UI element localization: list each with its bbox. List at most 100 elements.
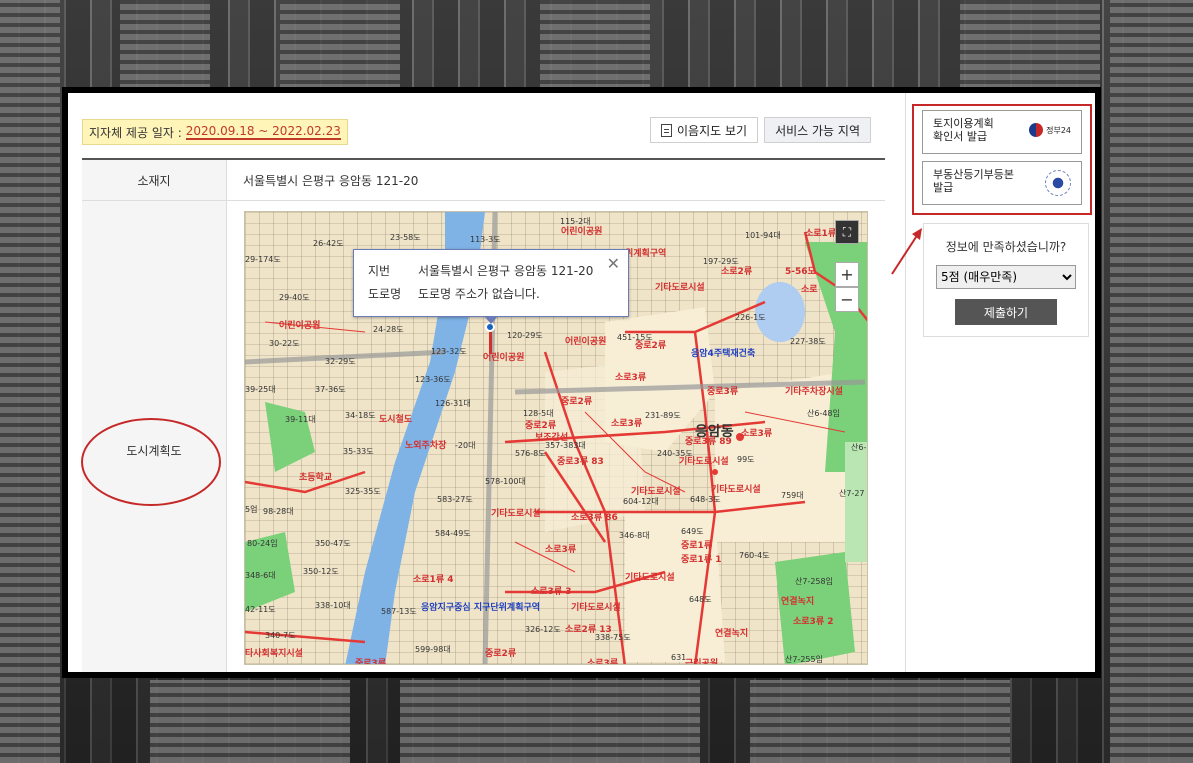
svg-text:응암4주택재건축: 응암4주택재건축 xyxy=(691,347,755,359)
svg-text:584-49도: 584-49도 xyxy=(435,529,471,538)
location-header: 소재지 xyxy=(82,160,227,200)
svg-text:227-38도: 227-38도 xyxy=(790,337,826,346)
svg-text:소로3류: 소로3류 xyxy=(741,428,772,439)
svg-text:759대: 759대 xyxy=(781,491,804,500)
gov-emblem-icon xyxy=(1029,123,1044,137)
svg-text:37-36도: 37-36도 xyxy=(315,385,346,394)
svg-text:보조간선: 보조간선 xyxy=(535,431,568,443)
svg-text:소로1류: 소로1류 xyxy=(805,228,836,239)
date-value: 2020.09.18 ~ 2022.02.23 xyxy=(185,124,341,140)
svg-text:39-25대: 39-25대 xyxy=(245,385,276,394)
service-area-button[interactable]: 서비스 가능 지역 xyxy=(764,117,871,143)
top-buttons: 이음지도 보기 서비스 가능 지역 xyxy=(650,117,871,143)
svg-text:소로3류: 소로3류 xyxy=(587,658,618,665)
svg-text:123-36도: 123-36도 xyxy=(415,375,451,384)
svg-text:587-13도: 587-13도 xyxy=(381,607,417,616)
parcel-info-popup: ✕ 지번 서울특별시 은평구 응암동 121-20 도로명 도로명 주소가 없습… xyxy=(353,249,629,324)
svg-text:소로3류: 소로3류 xyxy=(611,418,642,429)
svg-text:326-12도: 326-12도 xyxy=(525,625,561,634)
svg-text:-20대: -20대 xyxy=(455,441,475,450)
court-emblem-icon xyxy=(1045,170,1071,196)
svg-text:325-35도: 325-35도 xyxy=(345,487,381,496)
svg-text:산6-: 산6- xyxy=(851,442,866,452)
svg-text:34-18도: 34-18도 xyxy=(345,411,376,420)
svg-text:39-11대: 39-11대 xyxy=(285,415,316,424)
svg-text:231-89도: 231-89도 xyxy=(645,411,681,420)
svg-text:소로2류: 소로2류 xyxy=(721,266,752,277)
svg-text:649도: 649도 xyxy=(681,527,704,536)
svg-text:중로2류: 중로2류 xyxy=(561,396,592,407)
svg-text:29-174도: 29-174도 xyxy=(245,255,281,264)
arrow-icon xyxy=(891,228,922,275)
svg-text:기타도로시설: 기타도로시설 xyxy=(571,601,621,613)
lot-number-label: 지번 xyxy=(368,264,391,278)
svg-text:응암지구중심 지구단위계획구역: 응암지구중심 지구단위계획구역 xyxy=(421,601,540,613)
svg-text:기타도로시설: 기타도로시설 xyxy=(679,455,729,467)
svg-text:도시철도: 도시철도 xyxy=(379,413,413,425)
svg-text:어린이공원: 어린이공원 xyxy=(279,319,320,331)
zoom-in-button[interactable]: + xyxy=(835,262,859,287)
svg-text:24-28도: 24-28도 xyxy=(373,325,404,334)
registry-certificate-button[interactable]: 부동산등기부등본 발급 xyxy=(922,161,1082,205)
land-use-certificate-button[interactable]: 토지이용계획 확인서 발급 정부24 xyxy=(922,110,1082,154)
svg-text:중로3류: 중로3류 xyxy=(355,658,386,665)
road-address-label: 도로명 xyxy=(368,287,402,301)
svg-text:근린공원: 근린공원 xyxy=(685,657,718,665)
svg-text:산7-27: 산7-27 xyxy=(839,488,865,498)
svg-text:583-27도: 583-27도 xyxy=(437,495,473,504)
svg-text:소로3류 2: 소로3류 2 xyxy=(793,616,834,627)
rating-select[interactable]: 5점 (매우만족) xyxy=(936,265,1076,289)
svg-text:35-33도: 35-33도 xyxy=(343,447,374,456)
content-frame: 지자체 제공 일자 : 2020.09.18 ~ 2022.02.23 이음지도… xyxy=(62,87,1101,678)
svg-text:산6-48임: 산6-48임 xyxy=(807,408,840,418)
svg-text:29-40도: 29-40도 xyxy=(279,293,310,302)
svg-text:중로3류: 중로3류 xyxy=(707,386,738,397)
svg-text:338-10대: 338-10대 xyxy=(315,601,351,610)
svg-text:101-94대: 101-94대 xyxy=(745,231,781,240)
svg-text:631: 631 xyxy=(671,653,686,662)
svg-text:위계획구역: 위계획구역 xyxy=(625,247,666,259)
svg-text:소로3류: 소로3류 xyxy=(615,372,646,383)
svg-text:123-32도: 123-32도 xyxy=(431,347,467,356)
svg-text:128-5대: 128-5대 xyxy=(523,409,554,418)
svg-text:98-28대: 98-28대 xyxy=(263,507,294,516)
date-label: 지자체 제공 일자 : xyxy=(89,125,182,140)
svg-text:어린이공원: 어린이공원 xyxy=(565,335,606,347)
zoom-out-button[interactable]: − xyxy=(835,287,859,312)
road-address-value: 도로명 주소가 없습니다. xyxy=(418,287,540,301)
provision-date-badge: 지자체 제공 일자 : 2020.09.18 ~ 2022.02.23 xyxy=(82,119,348,145)
svg-text:578-100대: 578-100대 xyxy=(485,477,526,486)
svg-text:350-47도: 350-47도 xyxy=(315,539,351,548)
svg-text:타사회복지시설: 타사회복지시설 xyxy=(245,647,303,659)
svg-text:중로1류: 중로1류 xyxy=(681,540,712,551)
svg-text:소로2류 13: 소로2류 13 xyxy=(565,624,612,635)
column-divider xyxy=(905,93,906,672)
svg-text:576-8도: 576-8도 xyxy=(515,449,546,458)
svg-text:초등학교: 초등학교 xyxy=(299,471,332,483)
svg-text:26-42도: 26-42도 xyxy=(313,239,344,248)
view-map-label: 이음지도 보기 xyxy=(677,123,748,138)
submit-button[interactable]: 제출하기 xyxy=(955,299,1057,325)
svg-text:소로3류 86: 소로3류 86 xyxy=(571,512,618,523)
svg-text:348-6대: 348-6대 xyxy=(245,571,276,580)
gov24-logo: 정부24 xyxy=(1029,123,1071,137)
svg-text:연결녹지: 연결녹지 xyxy=(781,595,814,607)
svg-text:산7-255임: 산7-255임 xyxy=(785,654,823,664)
svg-text:30-22도: 30-22도 xyxy=(269,339,300,348)
svg-text:32-29도: 32-29도 xyxy=(325,357,356,366)
urban-plan-map[interactable]: 23-58도 113-3도 115-2대 101-94대 197-29도 29-… xyxy=(244,211,868,665)
svg-text:346-8대: 346-8대 xyxy=(619,531,650,540)
location-value: 서울특별시 은평구 응암동 121-20 xyxy=(243,173,419,188)
svg-text:350-12도: 350-12도 xyxy=(303,567,339,576)
table-row: 소재지 서울특별시 은평구 응암동 121-20 xyxy=(82,160,885,201)
view-map-button[interactable]: 이음지도 보기 xyxy=(650,117,759,143)
svg-text:648-3도: 648-3도 xyxy=(690,495,721,504)
svg-text:23-58도: 23-58도 xyxy=(390,233,421,242)
fullscreen-icon[interactable]: ⛶ xyxy=(835,220,859,244)
svg-text:기타도로시설: 기타도로시설 xyxy=(491,507,541,519)
gov24-text: 정부24 xyxy=(1046,125,1071,135)
close-icon[interactable]: ✕ xyxy=(607,254,620,273)
svg-text:99도: 99도 xyxy=(737,455,755,464)
registry-logo xyxy=(1045,170,1071,196)
svg-text:노외주차장: 노외주차장 xyxy=(405,439,447,451)
